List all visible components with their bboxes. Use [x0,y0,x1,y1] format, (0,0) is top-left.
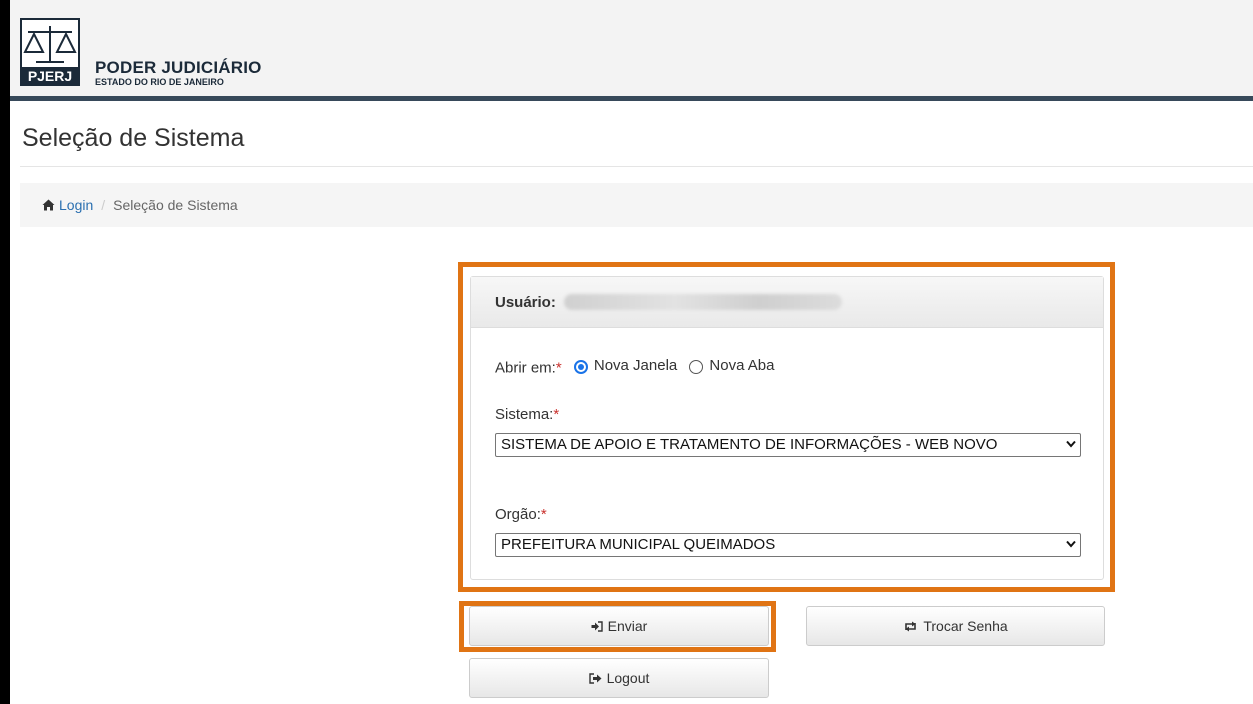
user-name-redacted [563,294,842,310]
change-password-button[interactable]: Trocar Senha [806,606,1105,646]
required-mark: * [555,359,562,377]
breadcrumb-separator: / [101,197,106,213]
radio-new-window[interactable] [573,359,588,374]
organ-select[interactable]: PREFEITURA MUNICIPAL QUEIMADOS [495,533,1081,557]
system-label-row: Sistema:* [495,406,559,423]
pjerj-logo: PJERJ [20,18,80,86]
title-divider [20,166,1253,167]
change-password-label: Trocar Senha [923,618,1008,634]
home-icon [42,199,55,211]
required-mark: * [553,406,560,423]
breadcrumb-current: Seleção de Sistema [113,197,238,213]
required-mark: * [540,506,547,523]
radio-new-tab-option[interactable]: Nova Aba [681,357,774,374]
send-button[interactable]: Enviar [469,606,769,646]
organ-select-value: PREFEITURA MUNICIPAL QUEIMADOS [501,536,776,553]
open-in-row: Abrir em:* Nova Janela Nova Aba [495,357,774,377]
logo-text: PJERJ [28,68,72,84]
system-select[interactable]: SISTEMA DE APOIO E TRATAMENTO DE INFORMA… [495,433,1081,457]
logout-button[interactable]: Logout [469,658,769,698]
system-select-value: SISTEMA DE APOIO E TRATAMENTO DE INFORMA… [501,436,998,453]
brand-title: PODER JUDICIÁRIO [95,58,262,77]
panel-heading: Usuário: [471,277,1103,328]
breadcrumb-home-label: Login [59,197,94,213]
radio-new-window-option[interactable]: Nova Janela [566,357,677,374]
breadcrumb-home-link[interactable]: Login [42,197,93,213]
user-label: Usuário: [495,293,556,311]
brand-subtitle: ESTADO DO RIO DE JANEIRO [95,77,224,87]
radio-new-tab-label: Nova Aba [709,357,775,374]
radio-new-tab[interactable] [689,359,704,374]
page-title: Seleção de Sistema [22,124,245,152]
send-button-label: Enviar [607,618,648,634]
radio-new-window-label: Nova Janela [593,357,678,374]
organ-label-row: Orgão:* [495,506,547,523]
chevron-down-icon [1066,540,1076,548]
retweet-icon [905,621,917,631]
sign-in-icon [591,620,603,632]
system-label: Sistema: [495,406,554,423]
sign-out-icon [588,672,602,684]
open-in-label: Abrir em: [495,359,556,377]
system-selection-panel: Usuário: Abrir em:* Nova Janela Nova Aba… [470,276,1104,580]
breadcrumb: Login / Seleção de Sistema [20,183,1253,227]
chevron-down-icon [1066,440,1076,448]
site-header: PJERJ PODER JUDICIÁRIO ESTADO DO RIO DE … [10,0,1253,101]
organ-label: Orgão: [495,506,541,523]
logout-button-label: Logout [606,670,650,686]
page-frame: PJERJ PODER JUDICIÁRIO ESTADO DO RIO DE … [10,0,1253,704]
